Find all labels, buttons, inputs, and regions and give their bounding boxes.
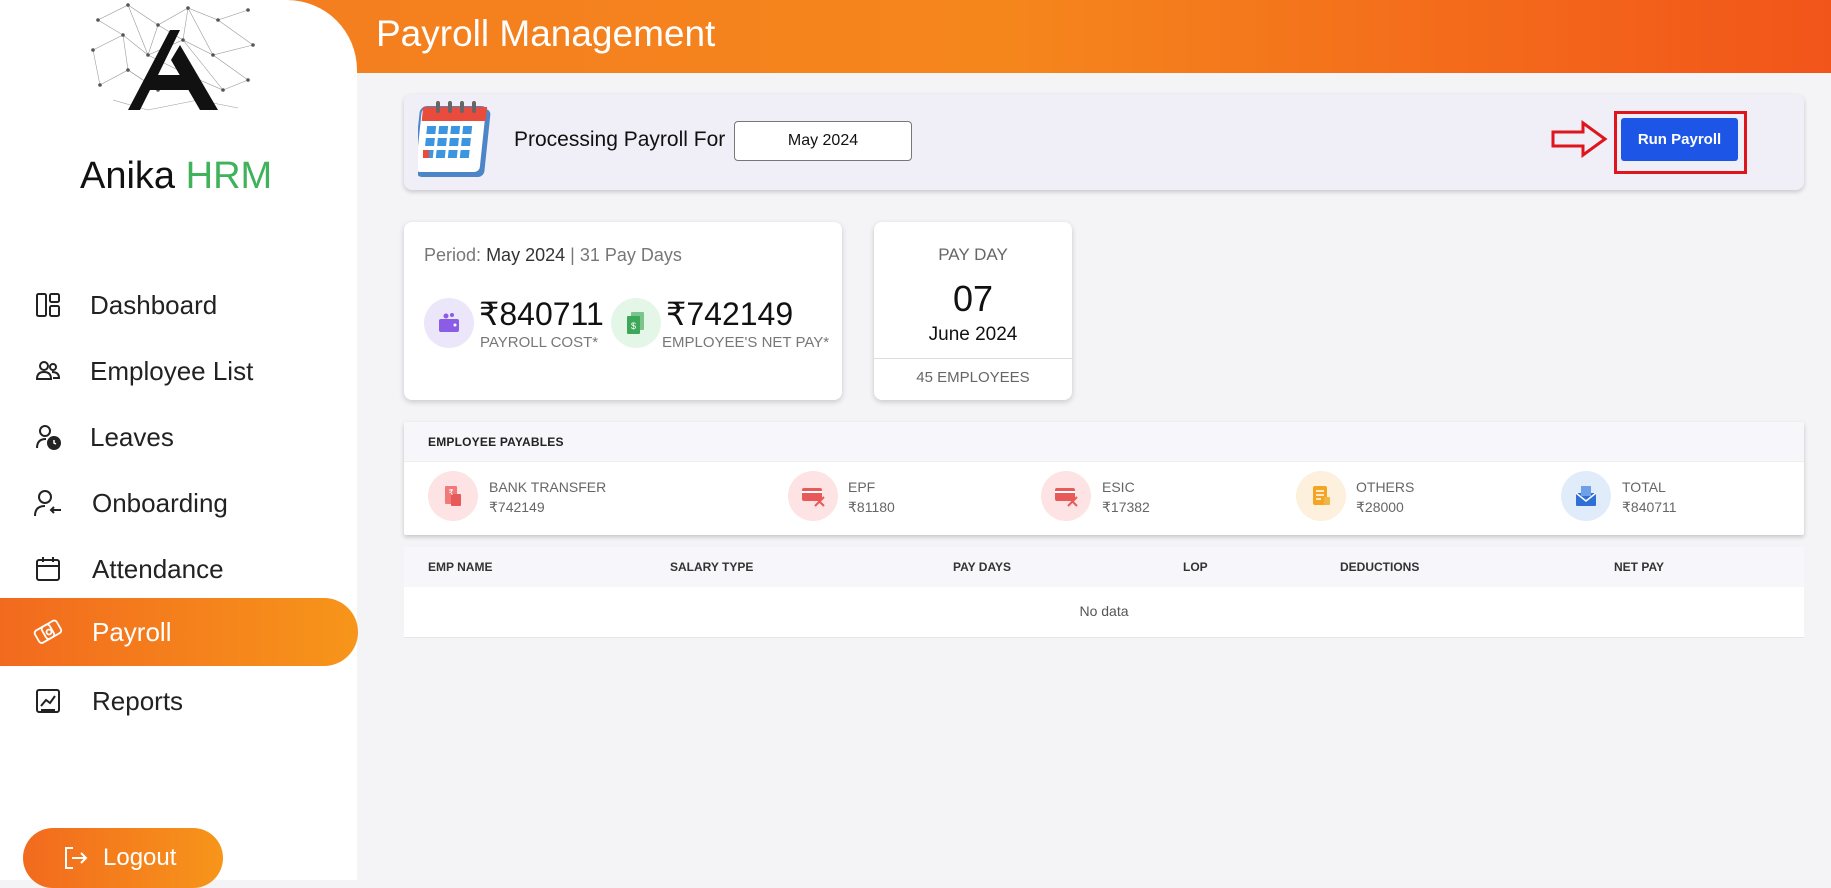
- payable-name: TOTAL: [1622, 479, 1666, 495]
- total-envelope-icon: [1561, 471, 1611, 521]
- svg-text:₹: ₹: [448, 488, 453, 497]
- column-header-salary-type[interactable]: SALARY TYPE: [670, 560, 753, 574]
- payday-month: June 2024: [928, 324, 1018, 345]
- payday-divider: [874, 358, 1072, 359]
- calendar-icon: [33, 554, 63, 584]
- payable-value: ₹840711: [1622, 499, 1677, 515]
- payable-name: ESIC: [1102, 479, 1135, 495]
- payable-name: OTHERS: [1356, 479, 1415, 495]
- payday-employee-count: 45 EMPLOYEES: [916, 369, 1030, 386]
- logout-label: Logout: [103, 844, 177, 871]
- sidebar-item-payroll[interactable]: Payroll: [0, 598, 358, 666]
- arrow-right-icon: [1550, 119, 1610, 164]
- net-pay-value: ₹742149: [666, 296, 794, 332]
- reports-chart-icon: [33, 686, 63, 716]
- payable-item: OTHERS ₹28000: [1356, 479, 1414, 516]
- brand-suffix: HRM: [185, 155, 273, 197]
- esic-card-icon: [1041, 471, 1091, 521]
- user-clock-icon: [33, 422, 63, 452]
- payable-name: BANK TRANSFER: [489, 479, 607, 495]
- sidebar-item-label: Dashboard: [90, 289, 218, 320]
- period-summary: Period: May 2024 | 31 Pay Days: [424, 245, 682, 266]
- sidebar-item-dashboard[interactable]: Dashboard: [0, 272, 357, 338]
- empty-table-message: No data: [1079, 603, 1129, 619]
- payable-value: ₹81180: [848, 499, 895, 515]
- users-icon: [33, 356, 63, 386]
- payables-header: [404, 422, 1804, 462]
- payable-item: TOTAL ₹840711: [1622, 479, 1677, 516]
- sidebar-item-leaves[interactable]: Leaves: [0, 404, 357, 470]
- net-pay-label: EMPLOYEE'S NET PAY*: [662, 334, 830, 351]
- sidebar-item-attendance[interactable]: Attendance: [0, 536, 357, 602]
- payday-title: PAY DAY: [938, 245, 1008, 264]
- sidebar-item-label: Payroll: [92, 616, 172, 647]
- payable-item: ESIC ₹17382: [1102, 479, 1150, 516]
- payable-value: ₹28000: [1356, 499, 1404, 515]
- column-header-net-pay[interactable]: NET PAY: [1614, 560, 1664, 574]
- sidebar-item-label: Onboarding: [92, 487, 228, 518]
- month-picker-input[interactable]: May 2024: [734, 121, 912, 161]
- wallet-icon: [424, 298, 474, 348]
- payable-item: BANK TRANSFER ₹742149: [489, 479, 606, 516]
- logout-button[interactable]: Logout: [23, 828, 223, 888]
- payable-value: ₹742149: [489, 499, 545, 515]
- column-header-lop[interactable]: LOP: [1183, 560, 1208, 574]
- run-payroll-button[interactable]: Run Payroll: [1621, 118, 1738, 161]
- epf-card-icon: [788, 471, 838, 521]
- page-title: Payroll Management: [376, 13, 716, 54]
- brand-name: Anika HRM: [80, 155, 272, 198]
- calendar-illustration-icon: [413, 99, 498, 186]
- payables-title: EMPLOYEE PAYABLES: [428, 435, 564, 449]
- sidebar-item-label: Leaves: [90, 421, 174, 452]
- sidebar-item-onboarding[interactable]: Onboarding: [0, 470, 357, 536]
- sidebar-item-label: Employee List: [90, 355, 254, 386]
- sidebar-item-label: Reports: [92, 685, 184, 716]
- svg-text:$: $: [631, 321, 636, 331]
- bank-transfer-icon: ₹: [428, 471, 478, 521]
- user-arrow-icon: [33, 488, 63, 518]
- table-header: [404, 547, 1804, 587]
- logout-icon: [61, 844, 89, 872]
- payday-day: 07: [952, 278, 994, 319]
- payable-value: ₹17382: [1102, 499, 1150, 515]
- payroll-cost-label: PAYROLL COST*: [480, 334, 599, 351]
- brand-word: Anika: [80, 155, 176, 197]
- company-logo: [88, 0, 258, 115]
- cash-icon: $: [611, 298, 661, 348]
- period-separator: |: [570, 245, 575, 265]
- column-header-pay-days[interactable]: PAY DAYS: [953, 560, 1011, 574]
- dashboard-icon: [33, 290, 63, 320]
- others-document-icon: [1296, 471, 1346, 521]
- sidebar-item-employee-list[interactable]: Employee List: [0, 338, 357, 404]
- sidebar-item-label: Attendance: [92, 553, 224, 584]
- column-header-deductions[interactable]: DEDUCTIONS: [1340, 560, 1419, 574]
- payroll-icon: [33, 617, 63, 647]
- period-pay-days: 31 Pay Days: [579, 245, 682, 265]
- period-month: May 2024: [486, 245, 566, 265]
- payable-name: EPF: [848, 479, 876, 495]
- payroll-cost-value: ₹840711: [479, 296, 604, 332]
- sidebar-item-reports[interactable]: Reports: [0, 668, 357, 734]
- payable-item: EPF ₹81180: [848, 479, 895, 516]
- column-header-emp-name[interactable]: EMP NAME: [428, 560, 492, 574]
- processing-label: Processing Payroll For: [514, 128, 726, 151]
- period-prefix: Period:: [424, 245, 482, 265]
